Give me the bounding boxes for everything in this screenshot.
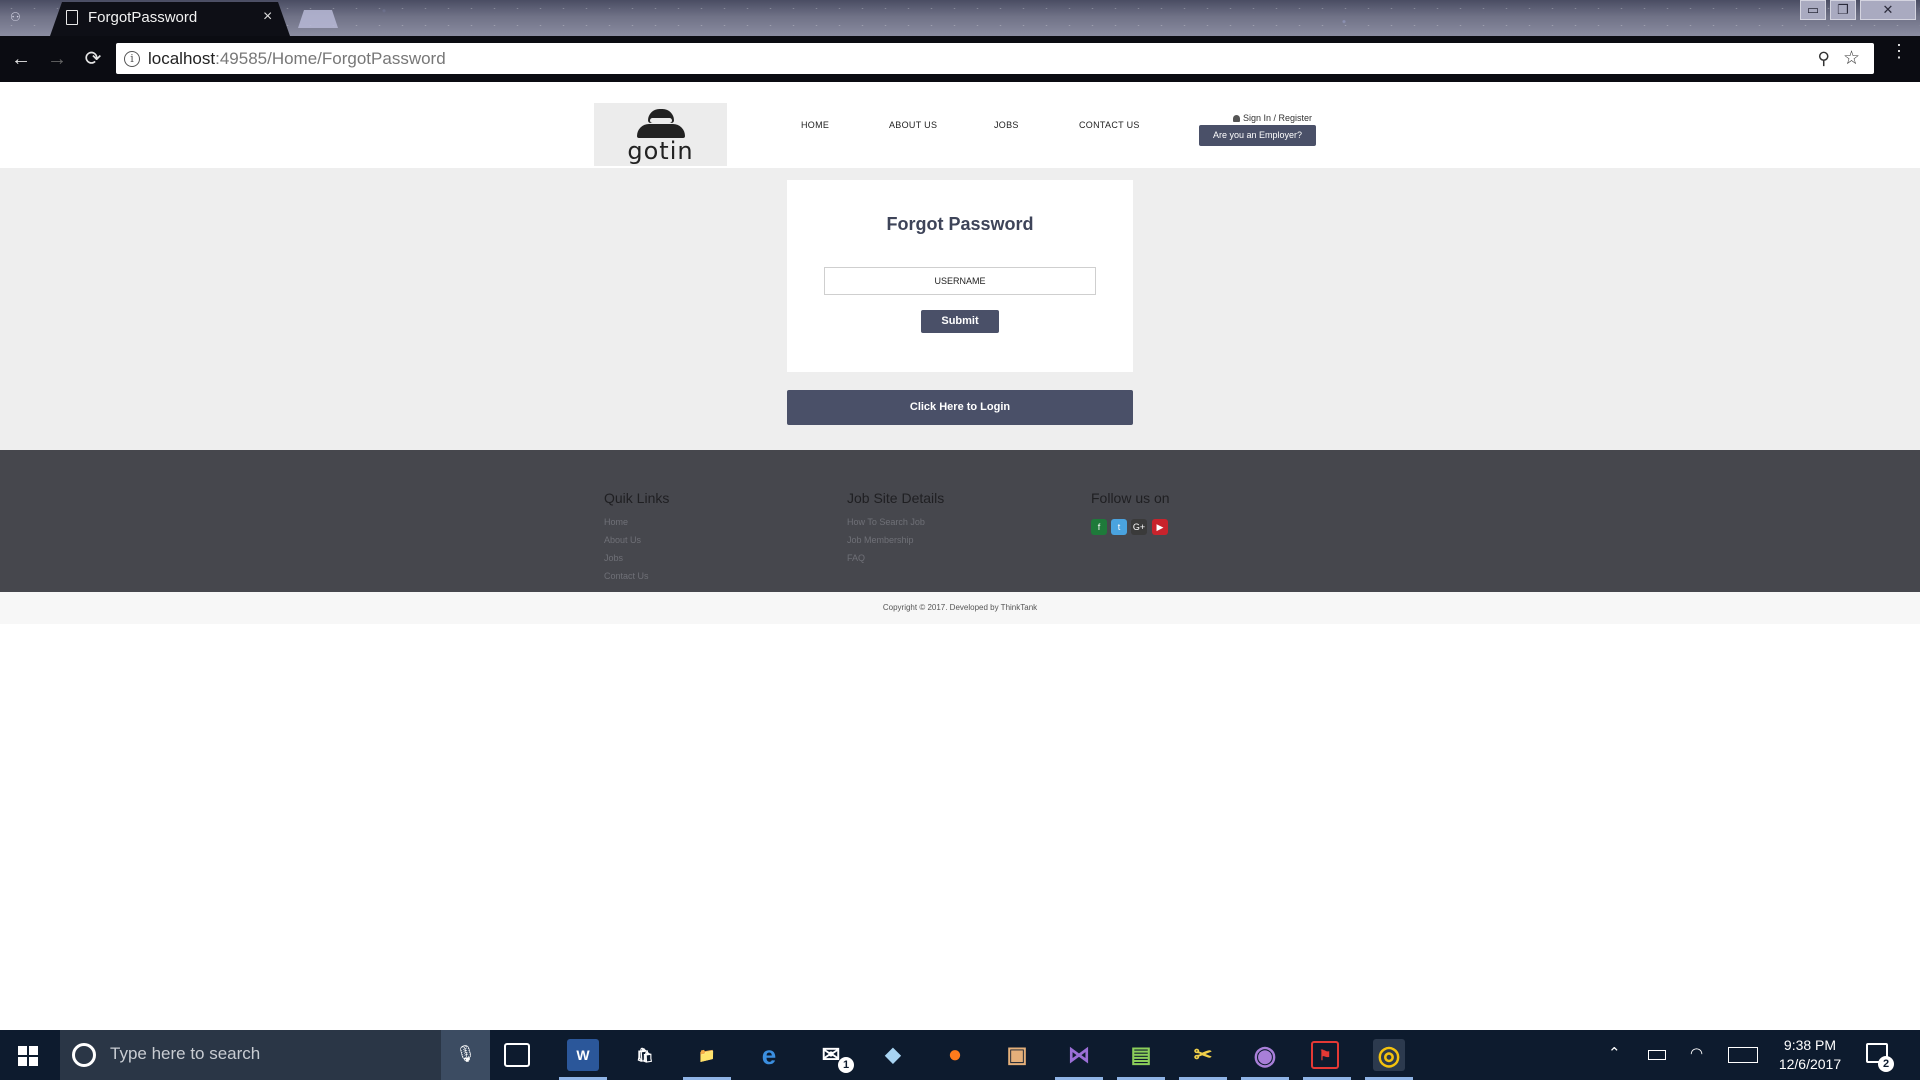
login-link-button[interactable]: Click Here to Login <box>787 390 1133 425</box>
bookmark-star-icon[interactable]: ☆ <box>1843 47 1860 70</box>
github-icon[interactable]: ◉ <box>1249 1039 1281 1071</box>
footer-link-home[interactable]: Home <box>604 517 628 527</box>
start-pane <box>29 1046 38 1055</box>
new-tab-button[interactable] <box>298 10 338 28</box>
reload-icon[interactable]: ⟳ <box>80 46 106 72</box>
store-icon[interactable]: 🛍 <box>629 1039 661 1071</box>
battery-icon[interactable] <box>1648 1050 1666 1060</box>
web-page: gotin HOME ABOUT US JOBS CONTACT US Sign… <box>0 82 1920 1030</box>
task-view-icon[interactable] <box>504 1043 530 1067</box>
signin-register-link[interactable]: Sign In / Register <box>1233 113 1312 123</box>
user-icon <box>1233 115 1240 123</box>
username-input[interactable] <box>824 267 1096 295</box>
app-box-icon[interactable]: ▣ <box>1001 1039 1033 1071</box>
footer-link-about-us[interactable]: About Us <box>604 535 641 545</box>
site-header: gotin HOME ABOUT US JOBS CONTACT US Sign… <box>0 82 1920 168</box>
edge-icon[interactable]: e <box>753 1039 785 1071</box>
url-text[interactable]: localhost:49585/Home/ForgotPassword <box>148 49 446 69</box>
minimize-button[interactable]: ▭ <box>1800 0 1826 20</box>
wifi-icon[interactable]: ◠ <box>1690 1044 1703 1062</box>
word-icon[interactable]: W <box>567 1039 599 1071</box>
system-clock[interactable]: 9:38 PM 12/6/2017 <box>1770 1036 1850 1074</box>
forgot-password-card: Forgot Password Submit <box>787 180 1133 372</box>
page-file-icon <box>66 10 78 25</box>
footer-link-contact-us[interactable]: Contact Us <box>604 571 649 581</box>
copyright-bar: Copyright © 2017. Developed by ThinkTank <box>0 592 1920 624</box>
browser-menu-icon[interactable]: ⋮ <box>1890 42 1908 60</box>
footer-job-details-title: Job Site Details <box>847 490 945 506</box>
start-pane <box>29 1057 38 1066</box>
logo-text: gotin <box>627 137 694 165</box>
submit-button[interactable]: Submit <box>921 310 999 333</box>
start-pane <box>18 1057 27 1066</box>
notification-count-badge: 2 <box>1878 1056 1894 1072</box>
footer-link-membership[interactable]: Job Membership <box>847 535 914 545</box>
url-host: localhost <box>148 49 216 68</box>
file-explorer-icon[interactable]: 📁 <box>691 1039 723 1071</box>
page-title: Forgot Password <box>886 214 1034 234</box>
youtube-icon[interactable]: ▶ <box>1152 519 1168 535</box>
address-bar[interactable]: i localhost:49585/Home/ForgotPassword ⚲ … <box>116 43 1874 74</box>
chevron-up-icon[interactable]: ⌃ <box>1608 1044 1621 1062</box>
nav-contact-us[interactable]: CONTACT US <box>1079 120 1140 130</box>
cortana-icon[interactable] <box>72 1043 96 1067</box>
footer-quick-links-title: Quik Links <box>604 490 670 506</box>
tools-icon[interactable]: ✂ <box>1187 1039 1219 1071</box>
back-arrow-icon[interactable]: ← <box>8 46 34 72</box>
taskbar-search-box[interactable]: Type here to search <box>60 1030 490 1080</box>
taskbar-search-placeholder[interactable]: Type here to search <box>110 1044 260 1064</box>
nav-about-us[interactable]: ABOUT US <box>889 120 937 130</box>
employer-button[interactable]: Are you an Employer? <box>1199 125 1316 146</box>
windows-taskbar: Type here to search 🎙 W 🛍 📁 e ✉ 1 ◆ ● ▣ … <box>0 1030 1920 1080</box>
browser-tab-strip: ⚇ ForgotPassword × ▭ ❐ ✕ <box>0 0 1920 36</box>
start-pane <box>18 1046 27 1055</box>
app-blue-icon[interactable]: ◆ <box>877 1039 909 1071</box>
mail-badge: 1 <box>838 1057 854 1073</box>
signin-label: Sign In / Register <box>1243 113 1313 123</box>
incognito-icon: ⚇ <box>10 10 21 24</box>
app-green-icon[interactable]: ▤ <box>1125 1039 1157 1071</box>
keyboard-icon[interactable] <box>1728 1047 1758 1063</box>
tab-close-icon[interactable]: × <box>263 8 272 26</box>
clock-time: 9:38 PM <box>1783 1037 1837 1053</box>
facebook-icon[interactable]: f <box>1091 519 1107 535</box>
site-footer: Quik Links Home About Us Jobs Contact Us… <box>0 450 1920 592</box>
chrome-icon[interactable]: ◎ <box>1373 1039 1405 1071</box>
logo-person-band <box>650 118 672 123</box>
close-window-button[interactable]: ✕ <box>1860 0 1916 20</box>
forward-arrow-icon[interactable]: → <box>44 46 70 72</box>
acrobat-icon[interactable]: ⚑ <box>1311 1041 1339 1069</box>
footer-link-jobs[interactable]: Jobs <box>604 553 623 563</box>
url-path: :49585/Home/ForgotPassword <box>215 49 446 68</box>
zoom-icon[interactable]: ⚲ <box>1818 49 1830 69</box>
nav-jobs[interactable]: JOBS <box>994 120 1019 130</box>
main-content: Forgot Password Submit Click Here to Log… <box>0 168 1920 450</box>
nav-home[interactable]: HOME <box>801 120 829 130</box>
footer-link-search-job[interactable]: How To Search Job <box>847 517 925 527</box>
footer-link-faq[interactable]: FAQ <box>847 553 865 563</box>
site-info-icon[interactable]: i <box>124 51 140 67</box>
site-logo[interactable]: gotin <box>594 103 727 166</box>
windows-start-icon[interactable] <box>18 1046 38 1066</box>
footer-follow-title: Follow us on <box>1091 490 1170 506</box>
firefox-icon[interactable]: ● <box>939 1039 971 1071</box>
restore-button[interactable]: ❐ <box>1830 0 1856 20</box>
google-plus-icon[interactable]: G+ <box>1131 519 1147 535</box>
clock-date: 12/6/2017 <box>1778 1056 1842 1072</box>
visual-studio-icon[interactable]: ⋈ <box>1063 1039 1095 1071</box>
logo-person-body <box>637 124 685 138</box>
microphone-icon[interactable]: 🎙 <box>441 1030 490 1080</box>
browser-tab-title[interactable]: ForgotPassword <box>88 9 197 26</box>
twitter-icon[interactable]: t <box>1111 519 1127 535</box>
copyright-text: Copyright © 2017. Developed by ThinkTank <box>882 603 1038 612</box>
